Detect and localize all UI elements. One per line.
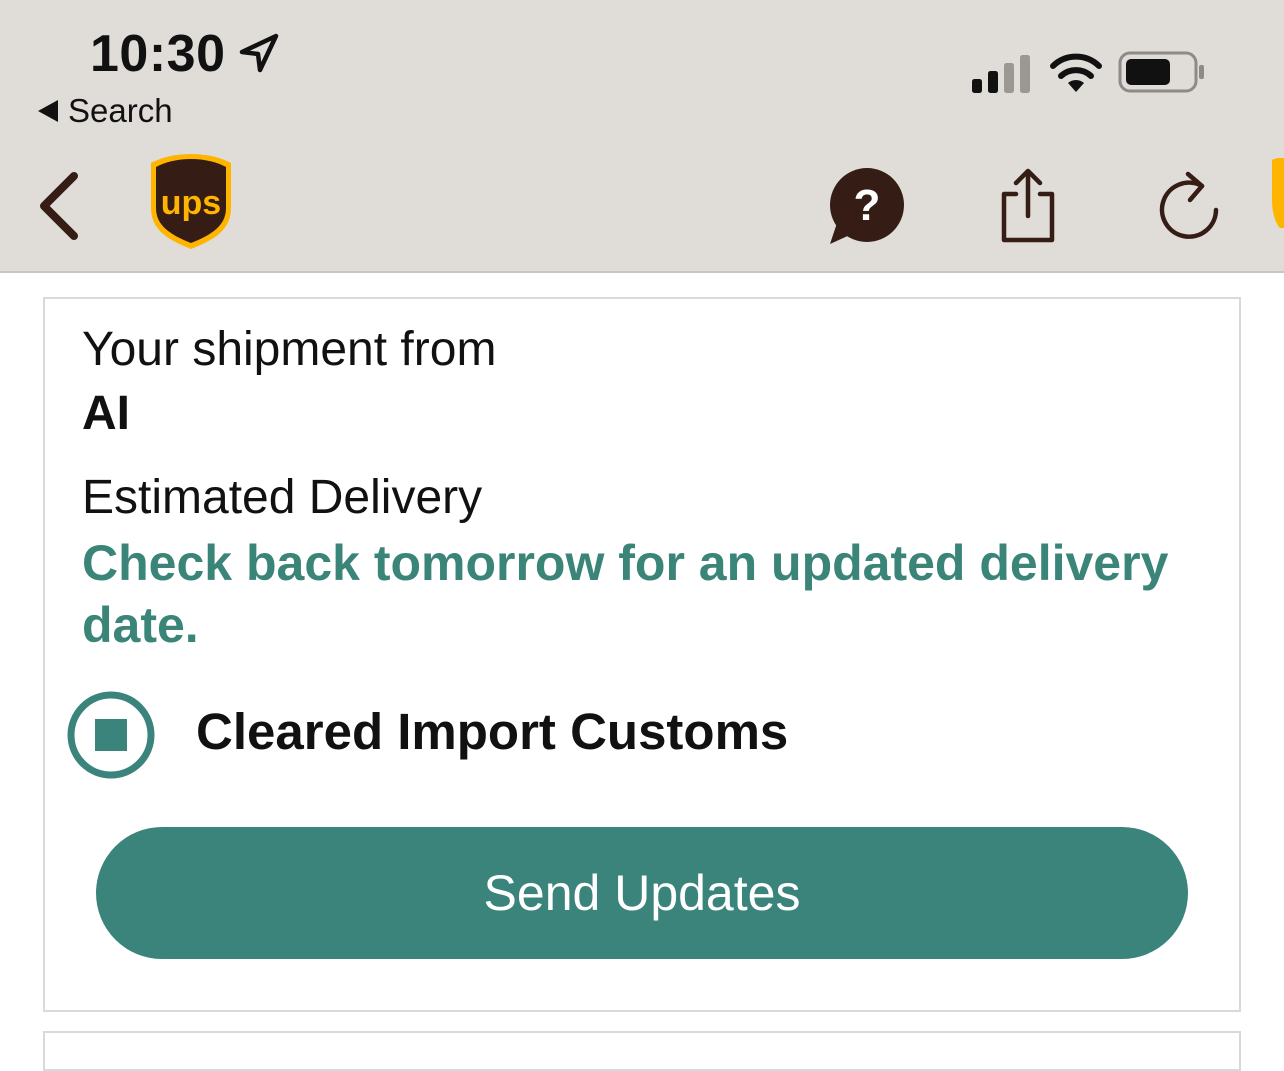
chevron-left-icon[interactable] xyxy=(32,170,88,242)
shipment-from-value: AI xyxy=(82,387,130,440)
shipment-from-label: Your shipment from xyxy=(82,323,497,376)
location-arrow-icon xyxy=(239,33,279,73)
back-search-label: Search xyxy=(68,92,173,129)
top-bar: 10:30 Search ups ? xyxy=(0,0,1284,273)
help-chat-icon[interactable]: ? xyxy=(824,168,906,246)
status-time: 10:30 xyxy=(90,25,226,83)
cellular-signal-icon xyxy=(972,55,1030,93)
shipment-status: Cleared Import Customs xyxy=(196,703,789,760)
estimated-delivery-label: Estimated Delivery xyxy=(82,471,483,524)
back-to-search[interactable]: Search xyxy=(38,92,173,130)
ups-logo-partial-icon xyxy=(1272,158,1284,228)
battery-icon xyxy=(1118,51,1204,93)
refresh-icon[interactable] xyxy=(1156,170,1222,240)
next-card xyxy=(43,1031,1241,1071)
wifi-icon xyxy=(1050,53,1102,92)
ups-logo: ups xyxy=(151,154,231,249)
send-updates-button[interactable]: Send Updates xyxy=(96,827,1188,959)
ups-logo-text: ups xyxy=(161,184,221,222)
share-icon[interactable] xyxy=(996,166,1060,244)
svg-text:?: ? xyxy=(854,181,881,230)
back-triangle-icon xyxy=(38,100,58,122)
status-indicator-icon xyxy=(67,691,155,779)
estimated-delivery-value: Check back tomorrow for an updated deliv… xyxy=(82,535,1169,653)
